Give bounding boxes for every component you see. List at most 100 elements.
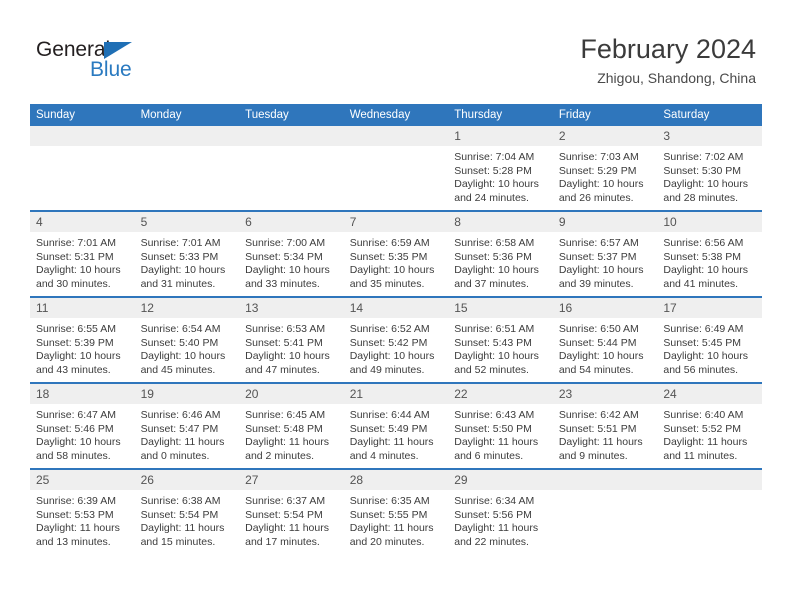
sunset-text: Sunset: 5:50 PM bbox=[454, 422, 532, 435]
day-number: 8 bbox=[448, 212, 553, 232]
calendar-day-cell[interactable]: 21 Sunrise: 6:44 AM Sunset: 5:49 PM Dayligh… bbox=[343, 382, 449, 469]
calendar-day-cell[interactable]: 20 Sunrise: 6:45 AM Sunset: 5:48 PM Dayligh… bbox=[239, 382, 344, 469]
weekday-header-saturday: Saturday bbox=[657, 104, 762, 126]
daylight-line2-text: and 4 minutes. bbox=[349, 449, 419, 462]
day-number: 19 bbox=[134, 384, 240, 404]
day-number: 22 bbox=[448, 384, 553, 404]
calendar-day-cell[interactable]: 27 Sunrise: 6:37 AM Sunset: 5:54 PM Dayligh… bbox=[239, 468, 344, 554]
day-details: Sunrise: 6:49 AM Sunset: 5:45 PM Daylight:… bbox=[657, 318, 762, 377]
day-number: 21 bbox=[343, 384, 449, 404]
weekday-header-friday: Friday bbox=[552, 104, 658, 126]
daylight-line2-text: and 2 minutes. bbox=[245, 449, 315, 462]
sunset-text: Sunset: 5:56 PM bbox=[454, 508, 532, 521]
calendar-day-cell[interactable]: 12 Sunrise: 6:54 AM Sunset: 5:40 PM Dayligh… bbox=[134, 296, 240, 383]
daylight-line1-text: Daylight: 10 hours bbox=[140, 350, 226, 363]
daylight-line2-text: and 20 minutes. bbox=[349, 535, 425, 548]
calendar-day-cell[interactable]: 28 Sunrise: 6:35 AM Sunset: 5:55 PM Dayligh… bbox=[343, 468, 449, 554]
sunrise-text: Sunrise: 6:49 AM bbox=[663, 323, 744, 335]
sunset-text: Sunset: 5:52 PM bbox=[663, 422, 742, 435]
day-details: Sunrise: 6:39 AM Sunset: 5:53 PM Daylight:… bbox=[30, 490, 135, 549]
daylight-line1-text: Daylight: 11 hours bbox=[140, 436, 225, 449]
calendar-day-cell[interactable]: 14 Sunrise: 6:52 AM Sunset: 5:42 PM Dayligh… bbox=[343, 296, 449, 383]
calendar-day-cell[interactable]: 15 Sunrise: 6:51 AM Sunset: 5:43 PM Dayligh… bbox=[448, 296, 553, 383]
calendar-day-cell[interactable]: 6 Sunrise: 7:00 AM Sunset: 5:34 PM Daylight… bbox=[239, 210, 344, 297]
calendar-header-row: Sunday Monday Tuesday Wednesday Thursday… bbox=[30, 104, 762, 126]
sunrise-text: Sunrise: 6:59 AM bbox=[349, 237, 430, 249]
daylight-line2-text: and 0 minutes. bbox=[140, 449, 210, 462]
daylight-line2-text: and 52 minutes. bbox=[454, 363, 529, 376]
daylight-line1-text: Daylight: 11 hours bbox=[349, 522, 434, 535]
day-details: Sunrise: 6:46 AM Sunset: 5:47 PM Daylight:… bbox=[135, 404, 240, 463]
calendar-day-cell[interactable]: 16 Sunrise: 6:50 AM Sunset: 5:44 PM Dayligh… bbox=[552, 296, 658, 383]
sunrise-text: Sunrise: 6:50 AM bbox=[558, 323, 639, 335]
day-number: 27 bbox=[239, 470, 344, 490]
day-number: 17 bbox=[657, 298, 762, 318]
sunrise-text: Sunrise: 6:39 AM bbox=[36, 495, 116, 507]
calendar-day-cell[interactable]: 18 Sunrise: 6:47 AM Sunset: 5:46 PM Dayligh… bbox=[30, 382, 135, 469]
calendar-day-cell[interactable]: 23 Sunrise: 6:42 AM Sunset: 5:51 PM Dayligh… bbox=[552, 382, 658, 469]
day-number: 14 bbox=[343, 298, 449, 318]
calendar-day-cell[interactable]: 26 Sunrise: 6:38 AM Sunset: 5:54 PM Dayligh… bbox=[134, 468, 240, 554]
day-details: Sunrise: 6:37 AM Sunset: 5:54 PM Daylight:… bbox=[239, 490, 344, 549]
sunrise-text: Sunrise: 6:42 AM bbox=[558, 409, 639, 421]
daylight-line1-text: Daylight: 10 hours bbox=[245, 264, 330, 277]
calendar-day-cell[interactable]: 3 Sunrise: 7:02 AM Sunset: 5:30 PM Daylight… bbox=[657, 126, 762, 211]
day-details: Sunrise: 6:51 AM Sunset: 5:43 PM Daylight:… bbox=[448, 318, 553, 377]
day-number: 20 bbox=[239, 384, 344, 404]
sunset-text: Sunset: 5:33 PM bbox=[140, 250, 219, 263]
daylight-line1-text: Daylight: 11 hours bbox=[245, 436, 329, 449]
calendar-day-cell[interactable]: 5 Sunrise: 7:01 AM Sunset: 5:33 PM Daylight… bbox=[134, 210, 240, 297]
sunset-text: Sunset: 5:42 PM bbox=[349, 336, 428, 349]
daylight-line1-text: Daylight: 11 hours bbox=[558, 436, 643, 449]
calendar-day-cell[interactable]: 1 Sunrise: 7:04 AM Sunset: 5:28 PM Daylight… bbox=[448, 126, 553, 211]
daylight-line2-text: and 15 minutes. bbox=[140, 535, 216, 548]
calendar-day-cell[interactable]: 10 Sunrise: 6:56 AM Sunset: 5:38 PM Dayligh… bbox=[657, 210, 762, 297]
calendar-day-cell[interactable]: 11 Sunrise: 6:55 AM Sunset: 5:39 PM Dayligh… bbox=[30, 296, 135, 383]
daylight-line1-text: Daylight: 10 hours bbox=[454, 178, 539, 191]
daylight-line2-text: and 6 minutes. bbox=[454, 449, 524, 462]
sunset-text: Sunset: 5:29 PM bbox=[558, 164, 637, 177]
day-number: 1 bbox=[448, 126, 553, 146]
calendar-day-cell[interactable]: 8 Sunrise: 6:58 AM Sunset: 5:36 PM Daylight… bbox=[448, 210, 553, 297]
day-details: Sunrise: 6:50 AM Sunset: 5:44 PM Daylight:… bbox=[553, 318, 658, 377]
calendar-day-cell[interactable]: 19 Sunrise: 6:46 AM Sunset: 5:47 PM Dayligh… bbox=[134, 382, 240, 469]
daylight-line1-text: Daylight: 10 hours bbox=[140, 264, 226, 277]
calendar-day-cell[interactable]: 2 Sunrise: 7:03 AM Sunset: 5:29 PM Daylight… bbox=[552, 126, 658, 211]
daylight-line1-text: Daylight: 11 hours bbox=[140, 522, 225, 535]
day-number: 18 bbox=[30, 384, 135, 404]
daylight-line2-text: and 35 minutes. bbox=[349, 277, 425, 290]
daylight-line1-text: Daylight: 10 hours bbox=[663, 264, 749, 277]
sunset-text: Sunset: 5:44 PM bbox=[558, 336, 637, 349]
sunset-text: Sunset: 5:28 PM bbox=[454, 164, 532, 177]
daylight-line2-text: and 9 minutes. bbox=[558, 449, 628, 462]
day-details: Sunrise: 7:01 AM Sunset: 5:31 PM Daylight:… bbox=[30, 232, 135, 291]
day-number bbox=[134, 126, 240, 146]
sunset-text: Sunset: 5:37 PM bbox=[558, 250, 637, 263]
calendar-day-cell[interactable]: 29 Sunrise: 6:34 AM Sunset: 5:56 PM Dayligh… bbox=[448, 468, 553, 554]
sunset-text: Sunset: 5:34 PM bbox=[245, 250, 323, 263]
sunset-text: Sunset: 5:31 PM bbox=[36, 250, 114, 263]
page-title: February 2024 bbox=[580, 34, 756, 64]
day-details: Sunrise: 6:55 AM Sunset: 5:39 PM Daylight:… bbox=[30, 318, 135, 377]
calendar-day-cell[interactable]: 13 Sunrise: 6:53 AM Sunset: 5:41 PM Dayligh… bbox=[239, 296, 344, 383]
day-details: Sunrise: 6:42 AM Sunset: 5:51 PM Daylight:… bbox=[553, 404, 658, 463]
sunset-text: Sunset: 5:51 PM bbox=[558, 422, 637, 435]
calendar-day-cell[interactable]: 4 Sunrise: 7:01 AM Sunset: 5:31 PM Daylight… bbox=[30, 210, 135, 297]
calendar-empty-cell bbox=[657, 468, 762, 554]
calendar-day-cell[interactable]: 22 Sunrise: 6:43 AM Sunset: 5:50 PM Dayligh… bbox=[448, 382, 553, 469]
day-details: Sunrise: 6:57 AM Sunset: 5:37 PM Daylight:… bbox=[553, 232, 658, 291]
day-details: Sunrise: 7:03 AM Sunset: 5:29 PM Daylight:… bbox=[553, 146, 658, 205]
daylight-line2-text: and 30 minutes. bbox=[36, 277, 111, 290]
daylight-line1-text: Daylight: 11 hours bbox=[36, 522, 120, 535]
calendar-day-cell[interactable]: 17 Sunrise: 6:49 AM Sunset: 5:45 PM Dayligh… bbox=[657, 296, 762, 383]
logo-text-blue: Blue bbox=[90, 58, 132, 81]
sunrise-text: Sunrise: 6:58 AM bbox=[454, 237, 535, 249]
calendar-empty-cell bbox=[343, 126, 449, 211]
daylight-line2-text: and 49 minutes. bbox=[349, 363, 425, 376]
calendar-day-cell[interactable]: 9 Sunrise: 6:57 AM Sunset: 5:37 PM Daylight… bbox=[552, 210, 658, 297]
calendar-day-cell[interactable]: 25 Sunrise: 6:39 AM Sunset: 5:53 PM Dayligh… bbox=[30, 468, 135, 554]
sunset-text: Sunset: 5:54 PM bbox=[140, 508, 219, 521]
calendar-day-cell[interactable]: 24 Sunrise: 6:40 AM Sunset: 5:52 PM Dayligh… bbox=[657, 382, 762, 469]
calendar-day-cell[interactable]: 7 Sunrise: 6:59 AM Sunset: 5:35 PM Daylight… bbox=[343, 210, 449, 297]
daylight-line2-text: and 39 minutes. bbox=[558, 277, 634, 290]
